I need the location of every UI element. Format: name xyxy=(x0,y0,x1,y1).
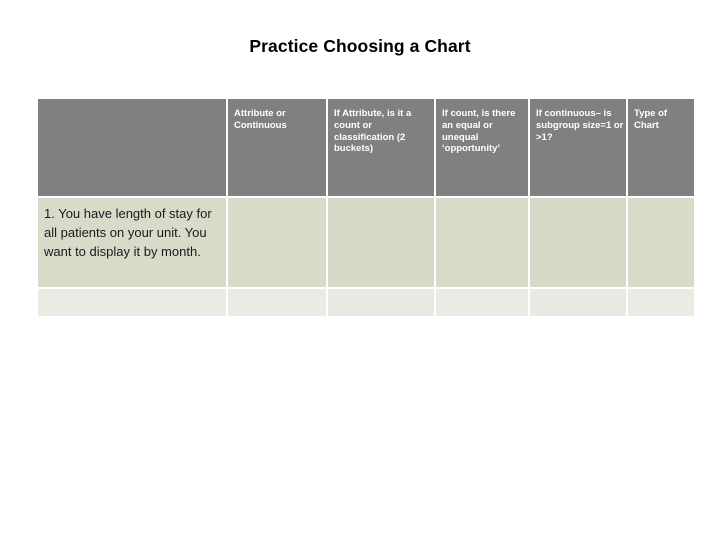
row-2-subgroup-size-cell[interactable] xyxy=(530,289,628,318)
table-row: 1. You have length of stay for all patie… xyxy=(38,198,694,289)
table-header-corner xyxy=(38,99,228,198)
row-1-count-or-classification-cell[interactable] xyxy=(328,198,436,289)
row-1-subgroup-size-cell[interactable] xyxy=(530,198,628,289)
table-header-row: Attribute or Continuous If Attribute, is… xyxy=(38,99,694,198)
row-2-type-of-chart-cell[interactable] xyxy=(628,289,694,318)
row-1-type-of-chart-cell[interactable] xyxy=(628,198,694,289)
row-2-opportunity-cell[interactable] xyxy=(436,289,530,318)
table-header-equal-or-unequal-opportunity: If count, is there an equal or unequal ‘… xyxy=(436,99,530,198)
row-1-attribute-or-continuous-cell[interactable] xyxy=(228,198,328,289)
page-title: Practice Choosing a Chart xyxy=(249,36,471,56)
table-header-type-of-chart: Type of Chart xyxy=(628,99,694,198)
practice-chart-table-wrapper: Attribute or Continuous If Attribute, is… xyxy=(38,99,694,318)
table-row xyxy=(38,289,694,318)
row-2-attribute-or-continuous-cell[interactable] xyxy=(228,289,328,318)
slide-canvas: Practice Choosing a Chart Attribute or C… xyxy=(0,0,720,540)
practice-chart-table: Attribute or Continuous If Attribute, is… xyxy=(38,99,694,318)
row-1-prompt-cell: 1. You have length of stay for all patie… xyxy=(38,198,228,289)
table-header-count-or-classification: If Attribute, is it a count or classific… xyxy=(328,99,436,198)
table-header-subgroup-size: If continuous– is subgroup size=1 or >1? xyxy=(530,99,628,198)
table-header-attribute-or-continuous: Attribute or Continuous xyxy=(228,99,328,198)
row-2-prompt-cell[interactable] xyxy=(38,289,228,318)
row-2-count-or-classification-cell[interactable] xyxy=(328,289,436,318)
row-1-opportunity-cell[interactable] xyxy=(436,198,530,289)
